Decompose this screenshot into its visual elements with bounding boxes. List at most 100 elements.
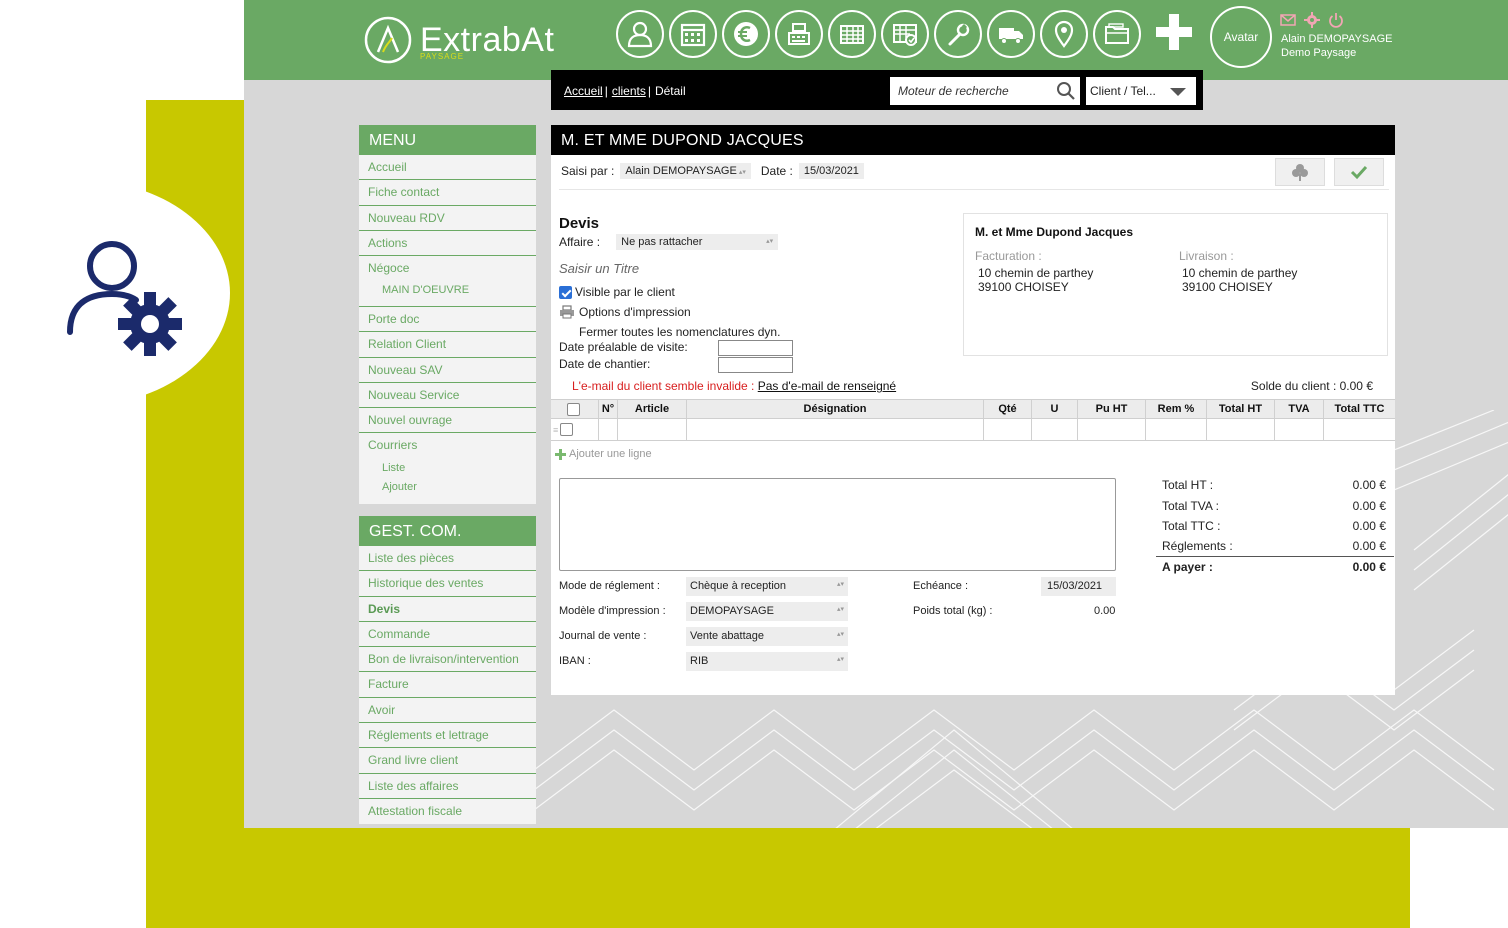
breadcrumb: Accueil | clients | Détail — [564, 84, 686, 98]
add-line-button[interactable]: Ajouter une ligne — [555, 448, 652, 460]
logo-mark-icon — [364, 16, 412, 64]
reglements-label: Réglements : — [1162, 539, 1233, 554]
nav-finance-button[interactable] — [722, 10, 770, 58]
nav-planning-button[interactable] — [881, 10, 929, 58]
close-nomenclatures-link[interactable]: Fermer toutes les nomenclatures dyn. — [579, 325, 780, 339]
row-total-ht-cell[interactable] — [1207, 419, 1275, 440]
sidebar-subitem-main-oeuvre[interactable]: MAIN D'OEUVRE — [359, 281, 536, 301]
nav-calendar-button[interactable] — [669, 10, 717, 58]
spreadsheet-icon — [840, 25, 864, 44]
search-input[interactable] — [890, 77, 1050, 105]
client-balance: Solde du client : 0.00 € — [1250, 379, 1373, 393]
breadcrumb-home-link[interactable]: Accueil — [564, 84, 603, 98]
drag-handle-icon[interactable]: ≡ — [553, 425, 558, 435]
sidebar-item-accueil[interactable]: Accueil — [359, 155, 536, 181]
validate-button[interactable] — [1334, 158, 1384, 186]
row-number-cell[interactable] — [599, 419, 618, 440]
document-panel: M. ET MME DUPOND JACQUES Saisi par : Ala… — [551, 125, 1395, 695]
sidebar-item-grand-livre[interactable]: Grand livre client — [359, 748, 536, 774]
total-ht-label: Total HT : — [1162, 478, 1214, 493]
sidebar-item-actions[interactable]: Actions — [359, 231, 536, 257]
sidebar-item-attestation[interactable]: Attestation fiscale — [359, 799, 536, 824]
breadcrumb-separator: | — [647, 84, 651, 98]
planning-icon — [893, 24, 917, 46]
nav-delivery-button[interactable] — [987, 10, 1035, 58]
nav-documents-button[interactable] — [1093, 10, 1141, 58]
power-icon[interactable] — [1328, 12, 1344, 28]
iban-select[interactable]: RIB ▴▾ — [686, 652, 848, 671]
document-title-input[interactable]: Saisir un Titre — [559, 261, 639, 276]
nav-register-button[interactable] — [775, 10, 823, 58]
row-article-cell[interactable] — [618, 419, 687, 440]
visible-client-checkbox[interactable] — [559, 285, 572, 299]
sidebar-item-devis[interactable]: Devis — [359, 597, 536, 622]
visible-client-row: Visible par le client — [559, 285, 675, 299]
row-unit-price-cell[interactable] — [1078, 419, 1146, 440]
clover-button[interactable] — [1275, 158, 1325, 186]
sidebar-item-nouveau-sav[interactable]: Nouveau SAV — [359, 358, 536, 383]
affaire-select[interactable]: Ne pas rattacher ▴▾ — [616, 234, 779, 250]
nav-contacts-button[interactable] — [616, 10, 664, 58]
sidebar-item-nouveau-service[interactable]: Nouveau Service — [359, 383, 536, 409]
print-options-link[interactable]: Options d'impression — [579, 305, 691, 319]
date-field[interactable]: 15/03/2021 — [798, 163, 864, 179]
wrench-icon — [948, 23, 970, 46]
billing-label: Facturation : — [975, 249, 1042, 263]
reglements-row: Réglements : 0.00 € — [1156, 537, 1394, 557]
sidebar-item-porte-doc[interactable]: Porte doc — [359, 307, 536, 333]
sidebar-item-bon-livraison[interactable]: Bon de livraison/intervention — [359, 647, 536, 673]
sidebar-item-liste-pieces[interactable]: Liste des pièces — [359, 546, 536, 572]
date-chantier-input[interactable] — [718, 357, 793, 373]
lines-table: N° Article Désignation Qté U Pu HT Rem %… — [551, 399, 1395, 441]
row-tva-cell[interactable] — [1275, 419, 1324, 440]
sidebar-item-relation-client[interactable]: Relation Client — [359, 332, 536, 358]
gear-icon[interactable] — [1304, 12, 1320, 28]
sidebar-item-historique[interactable]: Historique des ventes — [359, 571, 536, 597]
sidebar-item-negoce[interactable]: Négoce — [359, 256, 536, 281]
date-visite-label: Date préalable de visite: — [559, 340, 688, 354]
row-qty-cell[interactable] — [984, 419, 1032, 440]
row-total-ttc-cell[interactable] — [1324, 419, 1395, 440]
mail-icon[interactable] — [1280, 12, 1296, 28]
sidebar-item-avoir[interactable]: Avoir — [359, 698, 536, 724]
add-new-icon[interactable] — [1154, 12, 1194, 52]
sidebar-subitem-ajouter[interactable]: Ajouter — [359, 478, 536, 498]
print-model-select[interactable]: DEMOPAYSAGE ▴▾ — [686, 602, 848, 621]
gestcom-title: GEST. COM. — [359, 516, 536, 546]
search-icon[interactable] — [1056, 81, 1076, 101]
sidebar-item-facture[interactable]: Facture — [359, 672, 536, 698]
email-missing-link[interactable]: Pas d'e-mail de renseigné — [758, 379, 896, 393]
contact-icon — [627, 21, 653, 48]
avatar[interactable]: Avatar — [1210, 6, 1272, 68]
sidebar-item-commande[interactable]: Commande — [359, 622, 536, 648]
sidebar-item-reglements[interactable]: Réglements et lettrage — [359, 723, 536, 749]
sidebar-item-courriers[interactable]: Courriers — [359, 433, 536, 458]
payment-mode-select[interactable]: Chèque à reception ▴▾ — [686, 577, 848, 596]
sidebar-menu: MENU Accueil Fiche contact Nouveau RDV A… — [359, 125, 536, 504]
sidebar-item-nouveau-rdv[interactable]: Nouveau RDV — [359, 206, 536, 231]
row-discount-cell[interactable] — [1146, 419, 1207, 440]
sidebar-subitem-liste[interactable]: Liste — [359, 459, 536, 479]
sidebar-item-fiche-contact[interactable]: Fiche contact — [359, 180, 536, 206]
delivery-line-2: 39100 CHOISEY — [1182, 280, 1273, 294]
select-all-checkbox[interactable] — [566, 402, 580, 416]
saisi-par-select[interactable]: Alain DEMOPAYSAGE ▴▾ — [620, 163, 751, 179]
nav-tools-button[interactable] — [934, 10, 982, 58]
menu-spacer — [359, 498, 536, 504]
print-options-row[interactable]: Options d'impression — [559, 305, 691, 319]
nav-map-button[interactable] — [1040, 10, 1088, 58]
sidebar-item-nouvel-ouvrage[interactable]: Nouvel ouvrage — [359, 408, 536, 434]
sales-journal-select[interactable]: Vente abattage ▴▾ — [686, 627, 848, 646]
search-scope-select[interactable]: Client / Tel... — [1086, 77, 1196, 105]
row-designation-cell[interactable] — [687, 419, 984, 440]
date-visite-input[interactable] — [718, 340, 793, 356]
row-unit-cell[interactable] — [1032, 419, 1078, 440]
sidebar-item-liste-affaires[interactable]: Liste des affaires — [359, 774, 536, 799]
due-date-field[interactable]: 15/03/2021 — [1041, 577, 1116, 596]
row-checkbox[interactable] — [560, 423, 574, 436]
nav-spreadsheet-button[interactable] — [828, 10, 876, 58]
print-model-label: Modèle d'impression : — [559, 605, 666, 617]
client-card: M. et Mme Dupond Jacques Facturation : 1… — [963, 213, 1388, 356]
notes-textarea[interactable] — [559, 478, 1116, 571]
breadcrumb-clients-link[interactable]: clients — [612, 84, 646, 98]
